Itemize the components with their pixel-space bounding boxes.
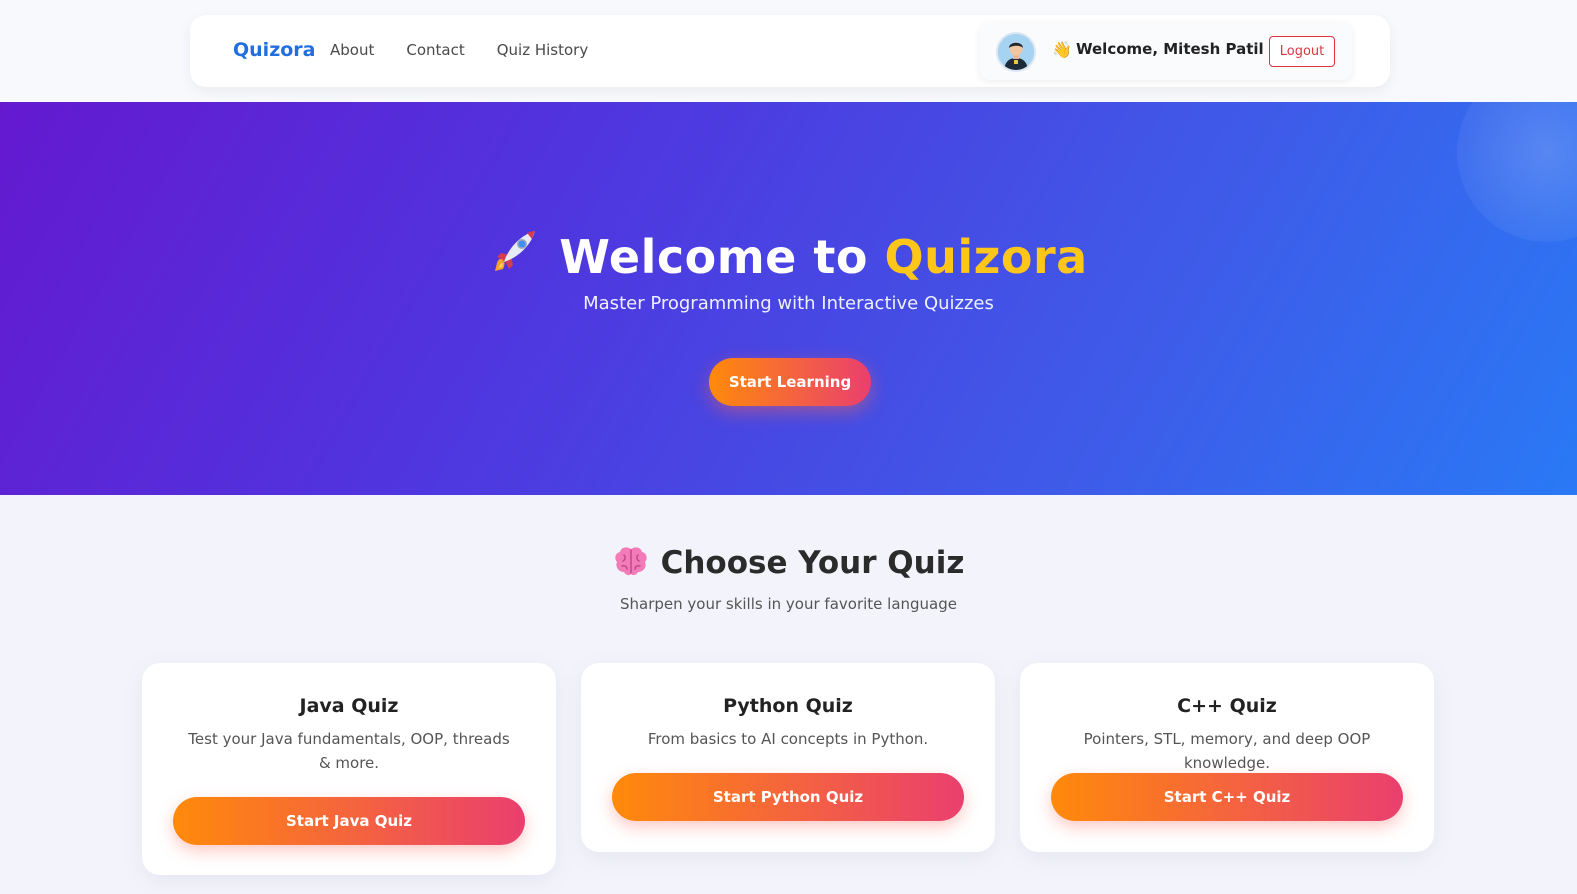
- nav-link-about[interactable]: About: [330, 41, 374, 59]
- card-title: Python Quiz: [723, 695, 853, 717]
- card-title: Java Quiz: [299, 695, 399, 717]
- start-learning-button[interactable]: Start Learning: [709, 358, 871, 406]
- brand-logo[interactable]: Quizora: [233, 39, 316, 61]
- section-title: Choose Your Quiz: [0, 545, 1577, 585]
- page: Quizora About Contact Quiz History 👋 Wel…: [0, 0, 1577, 894]
- hero-title: Welcome to Quizora: [0, 225, 1577, 288]
- nav-link-contact[interactable]: Contact: [406, 41, 464, 59]
- user-panel: 👋 Welcome, Mitesh Patil Logout: [980, 22, 1352, 80]
- logout-button[interactable]: Logout: [1269, 36, 1335, 67]
- card-title: C++ Quiz: [1177, 695, 1277, 717]
- rocket-icon: [489, 225, 541, 288]
- navbar: Quizora About Contact Quiz History 👋 Wel…: [190, 15, 1390, 87]
- start-cpp-quiz-button[interactable]: Start C++ Quiz: [1051, 773, 1403, 821]
- avatar[interactable]: [996, 32, 1036, 72]
- user-avatar-icon: [998, 34, 1034, 70]
- hero-banner: Welcome to Quizora Master Programming wi…: [0, 102, 1577, 495]
- section-title-text: Choose Your Quiz: [660, 545, 965, 581]
- card-description: Test your Java fundamentals, OOP, thread…: [188, 730, 510, 772]
- quiz-card-python: Python Quiz From basics to AI concepts i…: [581, 663, 995, 852]
- hero-subtitle: Master Programming with Interactive Quiz…: [583, 293, 994, 314]
- top-zone: Quizora About Contact Quiz History 👋 Wel…: [0, 0, 1577, 102]
- quiz-section: Choose Your Quiz Sharpen your skills in …: [0, 495, 1577, 894]
- waving-hand-icon: 👋: [1052, 40, 1072, 59]
- card-description: From basics to AI concepts in Python.: [647, 730, 929, 748]
- card-description: Pointers, STL, memory, and deep OOP know…: [1083, 730, 1371, 772]
- welcome-user-text: Welcome, Mitesh Patil: [1076, 40, 1264, 58]
- start-java-quiz-button[interactable]: Start Java Quiz: [173, 797, 525, 845]
- brain-icon: [613, 545, 649, 585]
- nav-link-quiz-history[interactable]: Quiz History: [497, 41, 589, 59]
- hero-title-prefix: Welcome to: [559, 230, 885, 284]
- start-python-quiz-button[interactable]: Start Python Quiz: [612, 773, 964, 821]
- quiz-card-java: Java Quiz Test your Java fundamentals, O…: [142, 663, 556, 875]
- nav-links: About Contact Quiz History: [330, 41, 620, 59]
- section-subtitle: Sharpen your skills in your favorite lan…: [619, 595, 957, 613]
- quiz-card-cpp: C++ Quiz Pointers, STL, memory, and deep…: [1020, 663, 1434, 852]
- hero-title-accent: Quizora: [884, 230, 1088, 284]
